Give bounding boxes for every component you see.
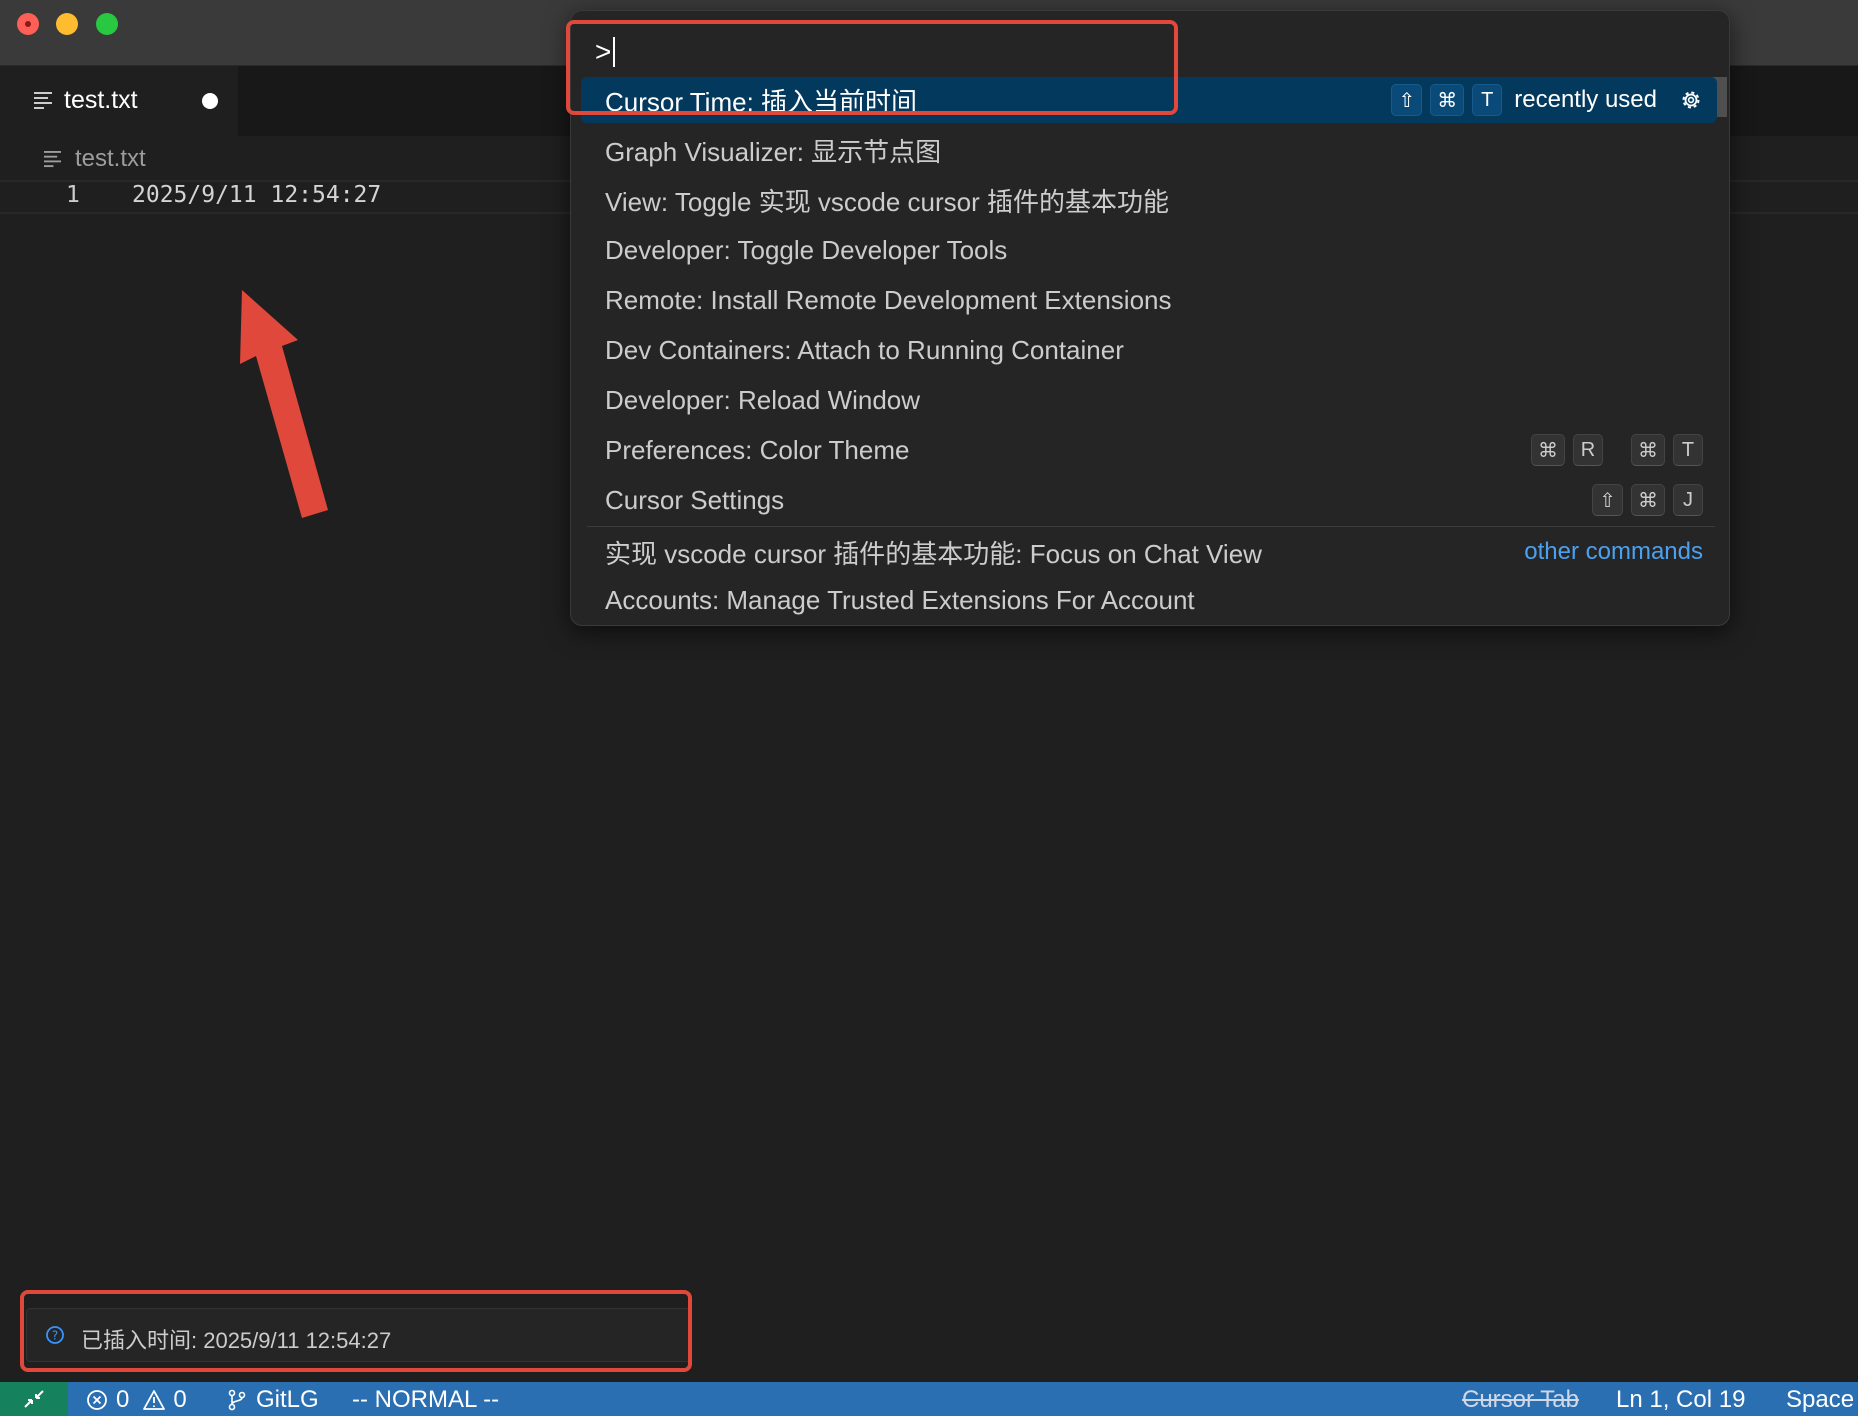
indentation-label: Space xyxy=(1786,1386,1855,1413)
palette-item-label: Preferences: Color Theme xyxy=(605,434,910,465)
palette-item-label: Dev Containers: Attach to Running Contai… xyxy=(605,334,1124,365)
palette-separator xyxy=(587,526,1715,527)
command-key-icon: ⌘ xyxy=(1531,434,1565,466)
palette-item-view-toggle[interactable]: View: Toggle 实现 vscode cursor 插件的基本功能 xyxy=(581,177,1717,223)
vim-mode-label: -- NORMAL -- xyxy=(352,1386,500,1413)
palette-item-attach-container[interactable]: Dev Containers: Attach to Running Contai… xyxy=(581,327,1717,373)
keybinding: ⇧ ⌘ T recently used xyxy=(1391,84,1703,116)
cursor-position-button[interactable]: Ln 1, Col 19 xyxy=(1616,1386,1745,1414)
breadcrumb-file[interactable]: test.txt xyxy=(75,145,146,173)
annotation-box-top xyxy=(566,20,1178,115)
line-number: 1 xyxy=(66,182,80,208)
command-key-icon: ⌘ xyxy=(1631,484,1665,516)
command-key-icon: ⌘ xyxy=(1631,434,1665,466)
unsaved-dot-icon[interactable] xyxy=(202,93,218,109)
git-branch-icon xyxy=(228,1389,246,1411)
maximize-window-button[interactable] xyxy=(96,13,118,35)
key-r: R xyxy=(1573,434,1603,466)
shift-key-icon: ⇧ xyxy=(1592,484,1623,516)
indentation-button[interactable]: Space xyxy=(1786,1386,1854,1414)
gear-icon[interactable] xyxy=(1679,88,1703,112)
palette-item-graph-visualizer[interactable]: Graph Visualizer: 显示节点图 xyxy=(581,127,1717,173)
palette-item-focus-chat-view[interactable]: 实现 vscode cursor 插件的基本功能: Focus on Chat … xyxy=(581,529,1717,575)
git-graph-button[interactable]: GitLG xyxy=(226,1386,319,1414)
palette-item-label: 实现 vscode cursor 插件的基本功能: Focus on Chat … xyxy=(605,538,1262,569)
breadcrumb[interactable]: test.txt xyxy=(44,142,146,176)
palette-item-install-remote-dev[interactable]: Remote: Install Remote Development Exten… xyxy=(581,277,1717,323)
minimize-window-button[interactable] xyxy=(56,13,78,35)
palette-item-label: Developer: Reload Window xyxy=(605,384,921,415)
palette-item-reload-window[interactable]: Developer: Reload Window xyxy=(581,377,1717,423)
palette-item-label: Remote: Install Remote Development Exten… xyxy=(605,284,1172,315)
status-bar: 0 0 GitLG -- NORMAL -- Cursor Tab Ln 1, … xyxy=(0,1382,1858,1416)
palette-item-manage-trusted-extensions[interactable]: Accounts: Manage Trusted Extensions For … xyxy=(581,577,1717,623)
text-file-icon xyxy=(34,92,52,109)
vim-mode-indicator: -- NORMAL -- xyxy=(352,1386,499,1414)
git-label: GitLG xyxy=(256,1386,319,1413)
key-t: T xyxy=(1472,84,1503,116)
palette-item-cursor-settings[interactable]: Cursor Settings ⇧ ⌘ J xyxy=(581,477,1717,523)
cursor-tab-toggle[interactable]: Cursor Tab xyxy=(1462,1386,1579,1414)
palette-item-label: View: Toggle 实现 vscode cursor 插件的基本功能 xyxy=(605,186,1169,217)
close-window-button[interactable] xyxy=(17,13,39,35)
palette-item-label: Accounts: Manage Trusted Extensions For … xyxy=(605,584,1195,615)
editor-line-text[interactable]: 2025/9/11 12:54:27 xyxy=(132,182,381,208)
palette-item-label: Developer: Toggle Developer Tools xyxy=(605,234,1008,265)
palette-group-label: other commands xyxy=(1524,538,1703,566)
palette-item-toggle-dev-tools[interactable]: Developer: Toggle Developer Tools xyxy=(581,227,1717,273)
error-icon xyxy=(87,1390,107,1410)
annotation-arrow-icon xyxy=(240,290,328,518)
keybinding: ⌘ R ⌘ T xyxy=(1531,434,1703,466)
key-j: J xyxy=(1673,484,1703,516)
key-t: T xyxy=(1673,434,1703,466)
palette-item-color-theme[interactable]: Preferences: Color Theme ⌘ R ⌘ T xyxy=(581,427,1717,473)
remote-indicator-button[interactable] xyxy=(0,1382,68,1416)
remote-icon xyxy=(24,1390,44,1408)
palette-item-label: Graph Visualizer: 显示节点图 xyxy=(605,136,942,167)
shift-key-icon: ⇧ xyxy=(1391,84,1423,116)
cursor-tab-label: Cursor Tab xyxy=(1462,1386,1579,1413)
cursor-position-label: Ln 1, Col 19 xyxy=(1616,1386,1746,1413)
recently-used-label: recently used xyxy=(1514,86,1657,113)
annotation-box-bottom xyxy=(20,1290,692,1372)
error-count: 0 xyxy=(116,1386,130,1413)
tab-test-txt[interactable]: test.txt xyxy=(0,66,238,136)
other-commands-label: other commands xyxy=(1524,538,1703,565)
text-file-icon xyxy=(44,150,61,167)
command-key-icon: ⌘ xyxy=(1430,84,1465,116)
warning-icon xyxy=(143,1390,166,1410)
tab-label: test.txt xyxy=(64,86,138,114)
problems-button[interactable]: 0 0 xyxy=(86,1386,187,1414)
keybinding: ⇧ ⌘ J xyxy=(1592,484,1703,516)
warning-count: 0 xyxy=(173,1386,187,1413)
palette-item-label: Cursor Settings xyxy=(605,484,785,515)
